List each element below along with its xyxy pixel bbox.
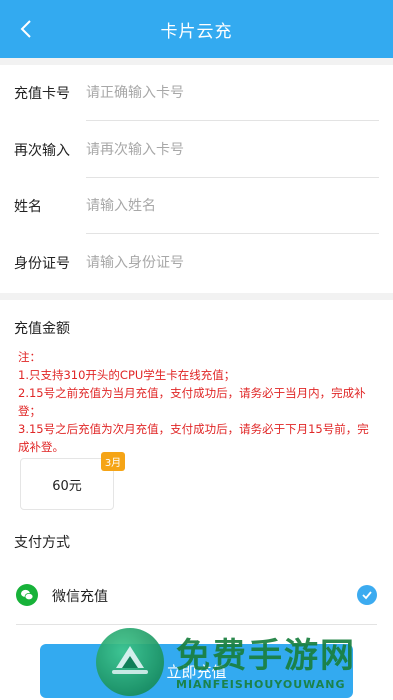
card-number-row: 充值卡号 (0, 65, 393, 121)
divider (86, 120, 379, 121)
recharge-notice: 注： 1.只支持310开头的CPU学生卡在线充值； 2.15号之前充值为当月充值… (18, 348, 378, 456)
amount-option-60[interactable]: 60元 (20, 458, 114, 510)
amount-value: 60元 (52, 478, 82, 494)
name-label: 姓名 (14, 199, 42, 215)
card-number-confirm-row: 再次输入 (0, 122, 393, 178)
card-number-input[interactable] (86, 78, 366, 108)
id-number-label: 身份证号 (14, 256, 70, 272)
submit-recharge-button[interactable]: 立即充值 (40, 644, 353, 698)
notice-line: 3.15号之后充值为次月充值，支付成功后，请务必于下月15号前，完成补登。 (18, 422, 369, 454)
chevron-left-icon (20, 20, 31, 38)
recharge-section: 充值金额 注： 1.只支持310开头的CPU学生卡在线充值； 2.15号之前充值… (0, 300, 393, 700)
app-header: 卡片云充 (0, 0, 393, 58)
amount-title: 充值金额 (14, 321, 70, 337)
month-badge: 3月 (101, 452, 125, 471)
name-row: 姓名 (0, 178, 393, 234)
name-input[interactable] (86, 191, 366, 221)
checkmark-icon[interactable] (357, 585, 377, 605)
divider (16, 624, 377, 625)
back-button[interactable] (14, 17, 38, 41)
card-number-confirm-label: 再次输入 (14, 143, 70, 159)
notice-line: 1.只支持310开头的CPU学生卡在线充值； (18, 368, 236, 382)
card-number-label: 充值卡号 (14, 86, 70, 102)
divider (86, 233, 379, 234)
payment-option-wechat[interactable]: 微信充值 (0, 576, 393, 616)
id-number-row: 身份证号 (0, 235, 393, 291)
card-info-form: 充值卡号 再次输入 姓名 身份证号 (0, 65, 393, 293)
page-title: 卡片云充 (160, 21, 233, 42)
notice-line: 2.15号之前充值为当月充值，支付成功后，请务必于当月内，完成补登； (18, 386, 366, 418)
card-number-confirm-input[interactable] (86, 135, 366, 165)
notice-line: 注： (18, 350, 41, 364)
payment-method-label: 微信充值 (52, 589, 108, 605)
wechat-icon (16, 584, 38, 606)
payment-title: 支付方式 (14, 535, 70, 551)
id-number-input[interactable] (86, 248, 366, 278)
